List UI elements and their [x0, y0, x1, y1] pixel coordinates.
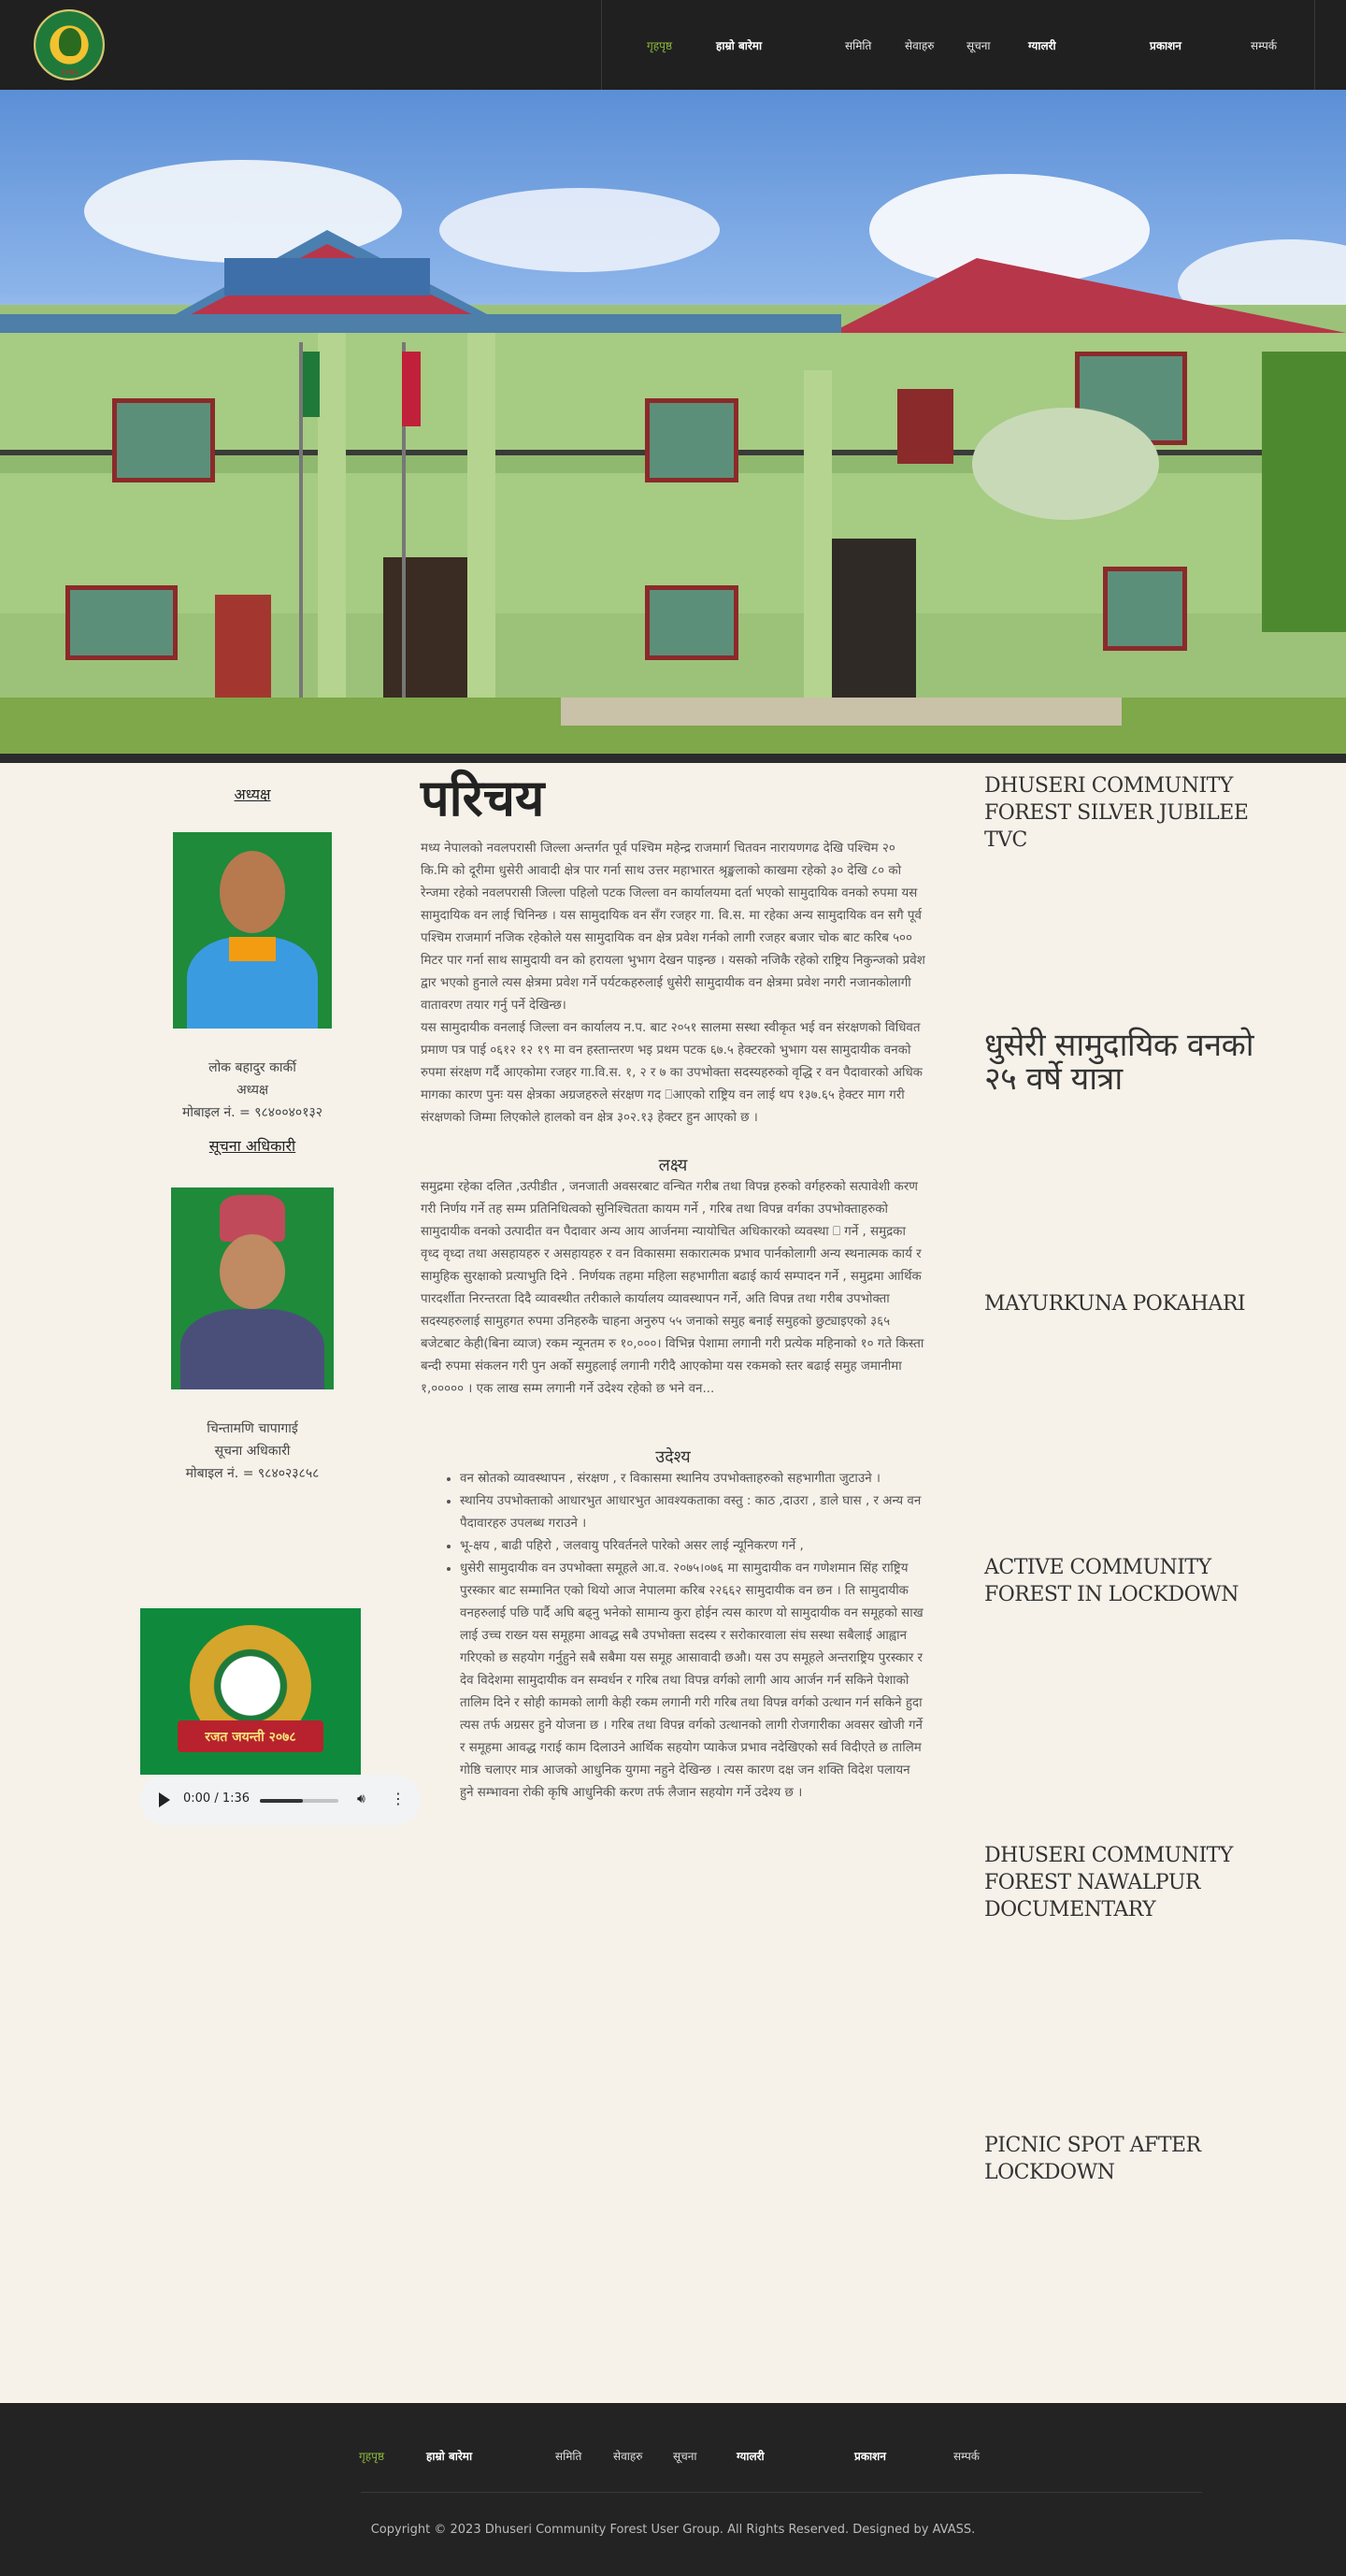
info-officer-face — [220, 1234, 285, 1309]
tree-icon — [59, 28, 81, 56]
audio-player[interactable]: 0:00 / 1:36 🔊︎ ⋮ — [140, 1775, 421, 1825]
hero-image — [0, 90, 1346, 763]
video-title-lockdown[interactable]: ACTIVE COMMUNITY FOREST IN LOCKDOWN — [984, 1554, 1265, 1608]
main-nav: गृहपृष्ठ हाम्रो बारेमा समिति सेवाहरु सूच… — [601, 0, 1315, 90]
chair-photo — [173, 832, 332, 1029]
objective-list: वन स्रोतको व्यावस्थापन , संरक्षण , र विक… — [460, 1468, 925, 1805]
list-item: वन स्रोतको व्यावस्थापन , संरक्षण , र विक… — [460, 1468, 925, 1490]
video-title-documentary[interactable]: DHUSERI COMMUNITY FOREST NAWALPUR DOCUME… — [984, 1842, 1265, 1923]
info-officer-phone: मोबाइल नं. = ९८४०२३८५८ — [185, 1466, 320, 1481]
footer-nav-gallery[interactable]: ग्यालरी — [737, 2448, 765, 2464]
intro-paragraph-1: मध्य नेपालको नवलपरासी जिल्ला अन्तर्गत पू… — [421, 842, 925, 1013]
footer-divider — [361, 2492, 1202, 2493]
silver-jubilee-badge: रजत जयन्ती २०७८ — [140, 1608, 361, 1775]
info-officer-photo — [171, 1187, 334, 1389]
volume-icon[interactable]: 🔊︎ — [357, 1792, 365, 1806]
main-content: परिचय मध्य नेपालको नवलपरासी जिल्ला अन्तर… — [421, 765, 925, 1805]
footer-nav-committee[interactable]: समिति — [555, 2448, 581, 2464]
info-officer-role: सूचना अधिकारी — [214, 1444, 291, 1459]
left-sidebar: अध्यक्ष लोक बहादुर कार्की अध्यक्ष मोबाइल… — [131, 776, 374, 1485]
audio-seekbar[interactable] — [260, 1799, 338, 1803]
hero-divider — [0, 754, 1346, 763]
list-item: स्थानिय उपभोक्ताको आधारभुत आधारभुत आवश्य… — [460, 1490, 925, 1535]
goal-heading: लक्ष्य — [658, 1156, 688, 1175]
nav-item-gallery[interactable]: ग्यालरी — [1028, 37, 1056, 53]
footer-nav-contact[interactable]: सम्पर्क — [953, 2448, 980, 2464]
objective-heading: उदेश्य — [655, 1447, 691, 1467]
video-title-picnic-spot[interactable]: PICNIC SPOT AFTER LOCKDOWN — [984, 2132, 1265, 2186]
list-item: धुसेरी सामुदायीक वन उपभोक्ता समूहले आ.व.… — [460, 1558, 925, 1805]
footer-nav-publication[interactable]: प्रकाशन — [854, 2448, 886, 2464]
intro-paragraph-2: यस सामुदायीक वनलाई जिल्ला वन कार्यालय न.… — [421, 1021, 923, 1125]
footer-nav-notice[interactable]: सूचना — [673, 2448, 697, 2464]
chair-phone: मोबाइल नं. = ९८४००४०१३२ — [181, 1105, 323, 1120]
audio-time: 0:00 / 1:36 — [183, 1792, 251, 1806]
chair-role: अध्यक्ष — [236, 1083, 269, 1098]
info-officer-title: सूचना अधिकारी — [208, 1137, 296, 1155]
info-officer-shirt — [180, 1309, 324, 1389]
footer-nav: गृहपृष्ठ हाम्रो बारेमा समिति सेवाहरु सूच… — [0, 2403, 1346, 2492]
nav-item-committee[interactable]: समिति — [845, 37, 871, 53]
nav-item-services[interactable]: सेवाहरु — [905, 37, 934, 53]
office-building-photo — [0, 160, 1346, 763]
site-logo[interactable]: २०७५ — [34, 9, 105, 80]
copyright-text: Copyright © 2023 Dhuseri Community Fores… — [370, 2523, 976, 2537]
video-title-25-years[interactable]: धुसेरी सामुदायिक वनको २५ वर्षे यात्रा — [984, 1029, 1265, 1096]
info-officer-name: चिन्तामणि चापागाई — [207, 1421, 298, 1436]
page-title: परिचय — [421, 768, 545, 827]
nav-item-home[interactable]: गृहपृष्ठ — [647, 37, 672, 53]
site-header: २०७५ गृहपृष्ठ हाम्रो बारेमा समिति सेवाहर… — [0, 0, 1346, 90]
list-item: भू-क्षय , बाढी पहिरो , जलवायु परिवर्तनले… — [460, 1535, 925, 1558]
chair-collar — [229, 937, 276, 961]
video-title-mayurkuna[interactable]: MAYURKUNA POKAHARI — [984, 1290, 1265, 1317]
audio-seekbar-fill — [260, 1799, 304, 1803]
chair-name: लोक बहादुर कार्की — [208, 1060, 296, 1075]
logo-caption: २०७५ — [61, 68, 79, 78]
footer-nav-home[interactable]: गृहपृष्ठ — [359, 2448, 384, 2464]
video-title-jubilee-tvc[interactable]: DHUSERI COMMUNITY FOREST SILVER JUBILEE … — [984, 772, 1265, 854]
chair-face — [220, 851, 285, 933]
nav-item-notice[interactable]: सूचना — [967, 37, 991, 53]
footer-nav-about[interactable]: हाम्रो बारेमा — [426, 2448, 472, 2464]
footer-nav-services[interactable]: सेवाहरु — [613, 2448, 642, 2464]
nav-item-contact[interactable]: सम्पर्क — [1251, 37, 1277, 53]
goal-paragraph: समुद्रमा रहेका दलित ,उत्पीडीत , जनजाती अ… — [421, 1180, 924, 1396]
play-icon[interactable] — [159, 1792, 170, 1807]
jubilee-text: रजत जयन्ती २०७८ — [205, 1730, 296, 1745]
more-options-icon[interactable]: ⋮ — [391, 1790, 406, 1807]
nav-item-publication[interactable]: प्रकाशन — [1150, 37, 1181, 53]
nav-item-about[interactable]: हाम्रो बारेमा — [716, 37, 762, 53]
site-footer: गृहपृष्ठ हाम्रो बारेमा समिति सेवाहरु सूच… — [0, 2403, 1346, 2576]
chair-title: अध्यक्ष — [234, 785, 271, 803]
